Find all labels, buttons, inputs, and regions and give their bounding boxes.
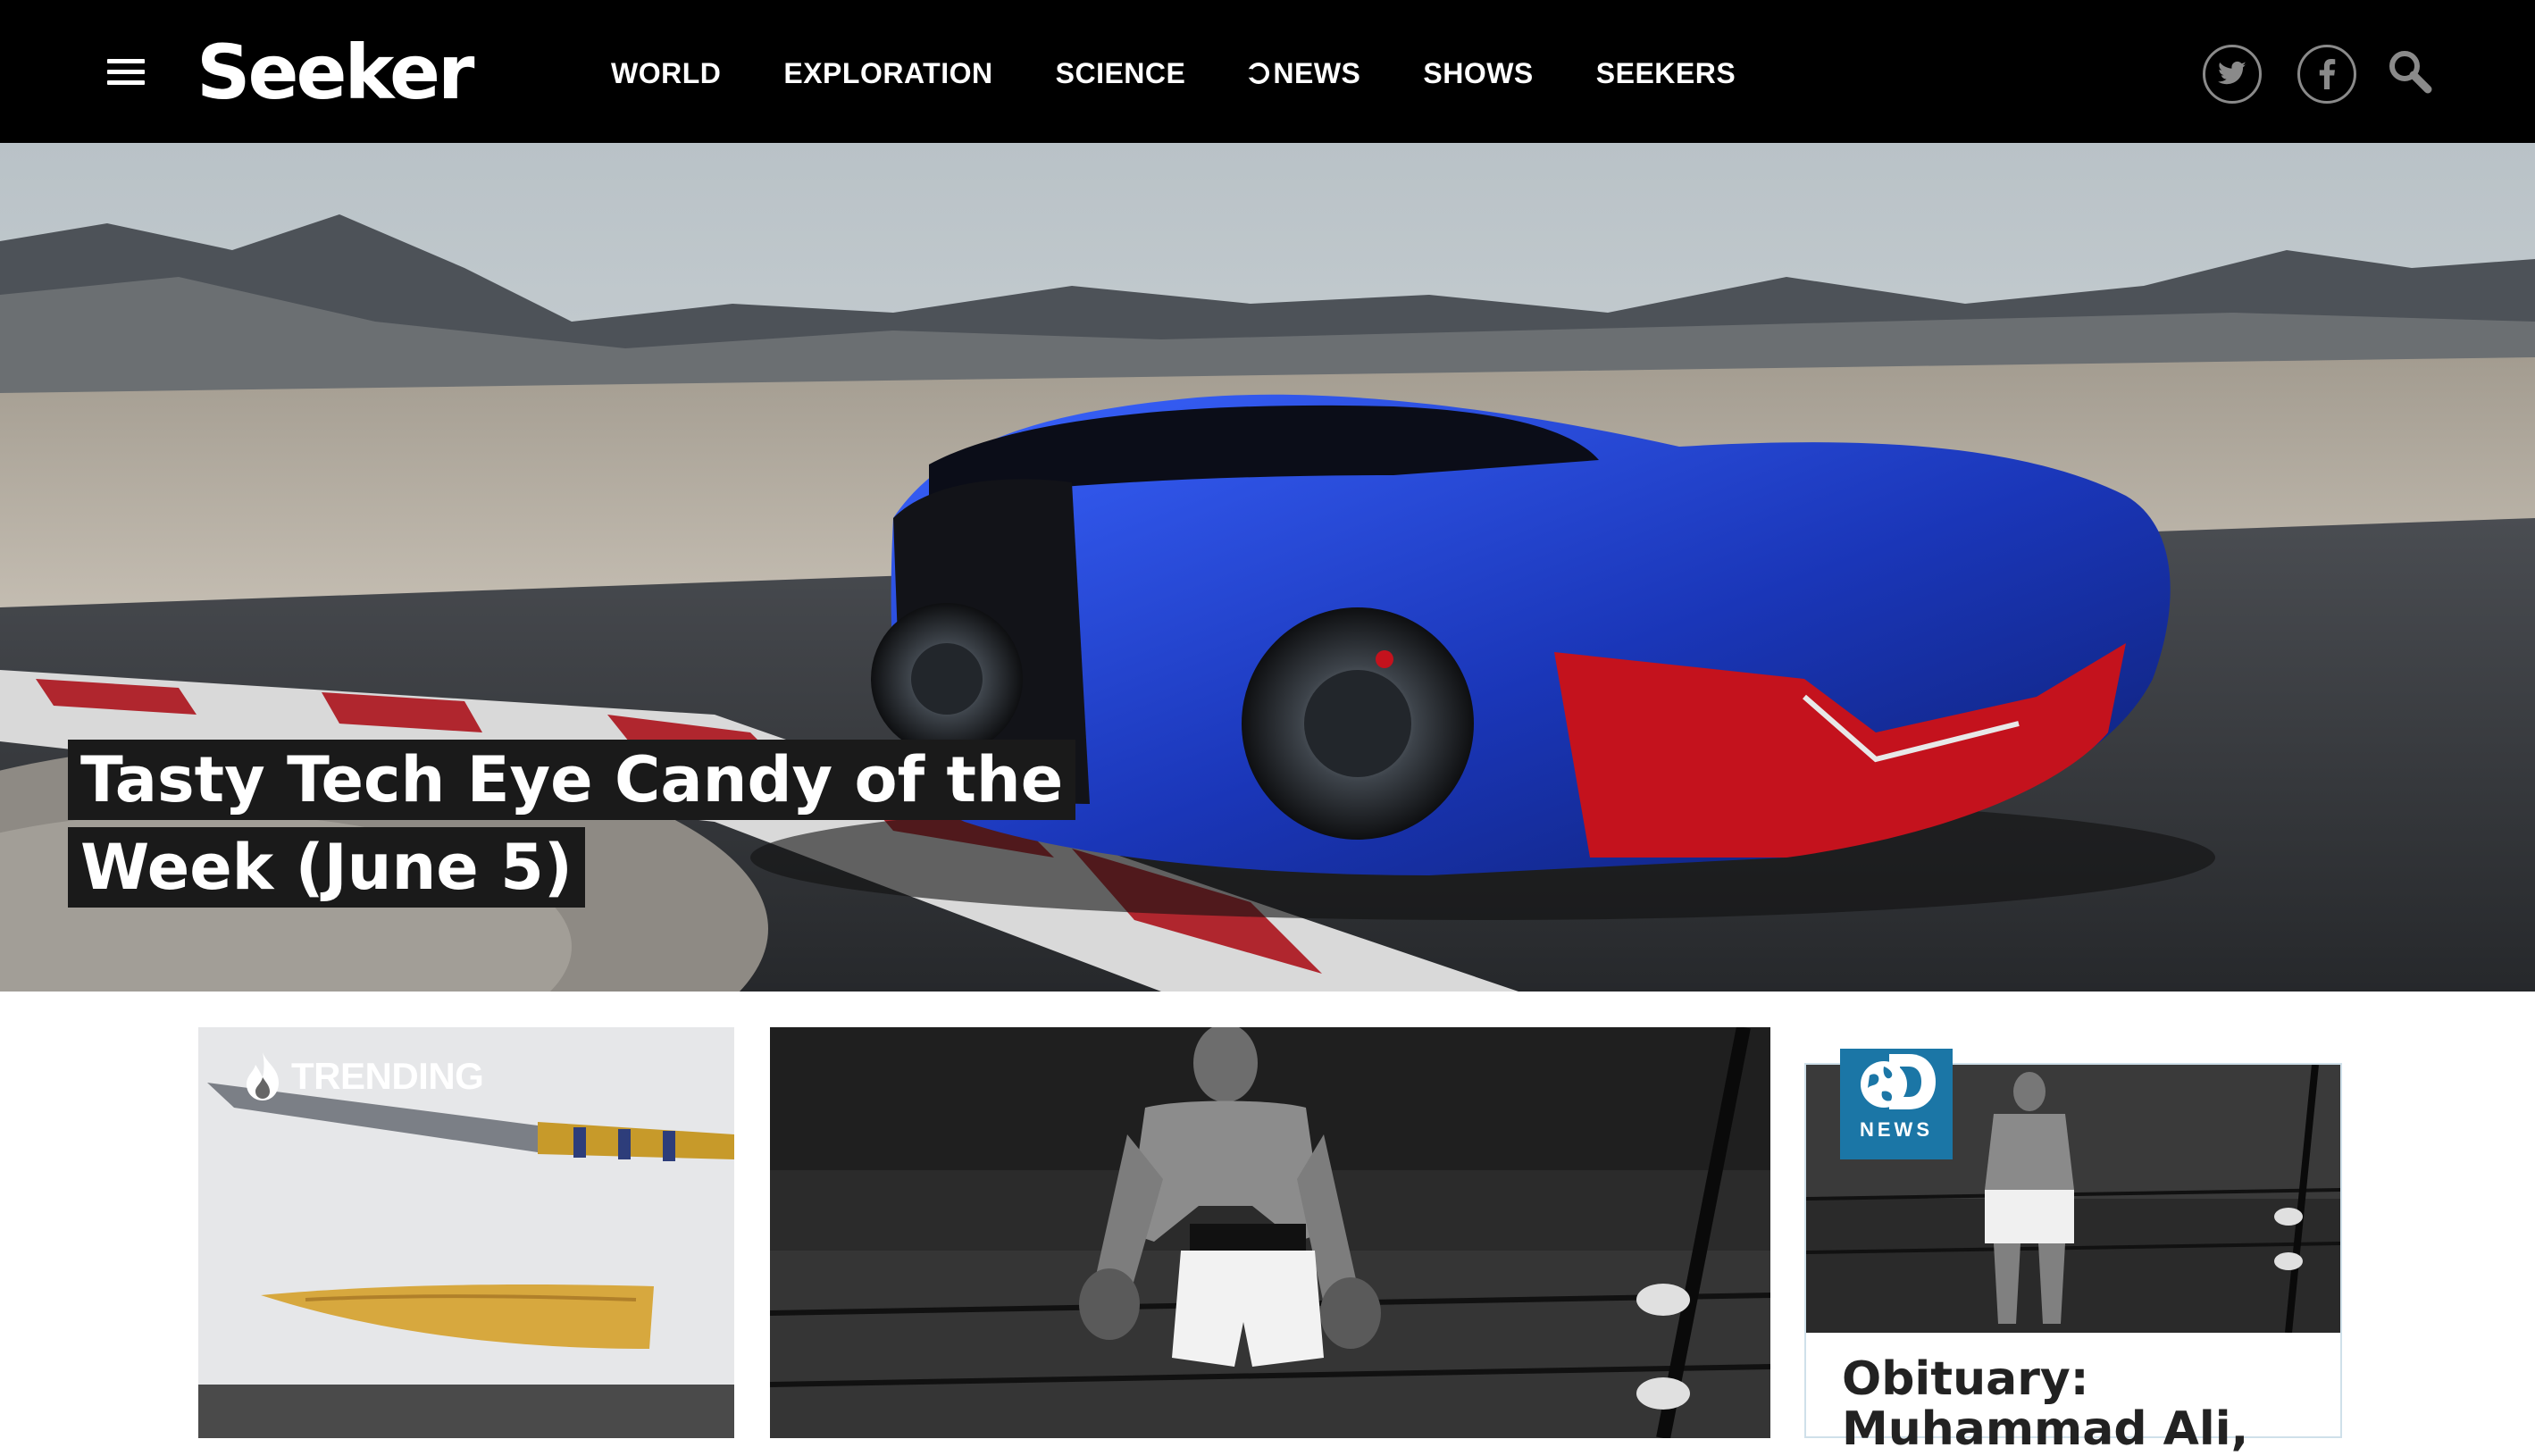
- nav-dnews[interactable]: NEWS: [1246, 56, 1361, 90]
- nav-shows[interactable]: SHOWS: [1423, 57, 1533, 90]
- nav-science[interactable]: SCIENCE: [1056, 57, 1186, 90]
- main-nav: WORLD EXPLORATION SCIENCE NEWS SHOWS SEE…: [611, 52, 1798, 95]
- dnews-logo-text: NEWS: [1860, 1118, 1933, 1141]
- flame-icon: [247, 1052, 279, 1100]
- featured-video-card[interactable]: [770, 1027, 1770, 1438]
- menu-icon[interactable]: [107, 59, 145, 86]
- hero-title-text: Tasty Tech Eye Candy of the Week (June 5…: [68, 740, 1076, 908]
- dnews-card-title[interactable]: Obituary: Muhammad Ali,: [1842, 1354, 2306, 1454]
- facebook-icon[interactable]: [2297, 45, 2356, 104]
- dnews-icon: [1246, 63, 1270, 84]
- nav-news-label: NEWS: [1273, 56, 1361, 89]
- seeker-logo[interactable]: Seeker: [197, 32, 474, 113]
- search-icon[interactable]: [2383, 46, 2437, 100]
- nav-world[interactable]: WORLD: [611, 57, 721, 90]
- trending-badge: TRENDING: [243, 1050, 484, 1102]
- trending-card[interactable]: TRENDING: [198, 1027, 734, 1438]
- hero-feature[interactable]: Tasty Tech Eye Candy of the Week (June 5…: [0, 143, 2535, 992]
- hero-title[interactable]: Tasty Tech Eye Candy of the Week (June 5…: [68, 736, 1265, 911]
- dnews-card[interactable]: NEWS Obituary: Muhammad Ali,: [1804, 1049, 2342, 1454]
- globe-d-icon: [1861, 1054, 1936, 1109]
- twitter-icon[interactable]: [2203, 45, 2262, 104]
- boxer-image: [770, 1027, 1770, 1438]
- dnews-logo: NEWS: [1840, 1049, 1953, 1159]
- trending-label: TRENDING: [291, 1055, 484, 1097]
- nav-exploration[interactable]: EXPLORATION: [783, 57, 992, 90]
- top-navigation-bar: Seeker WORLD EXPLORATION SCIENCE NEWS SH…: [0, 0, 2535, 143]
- nav-seekers[interactable]: SEEKERS: [1596, 57, 1736, 90]
